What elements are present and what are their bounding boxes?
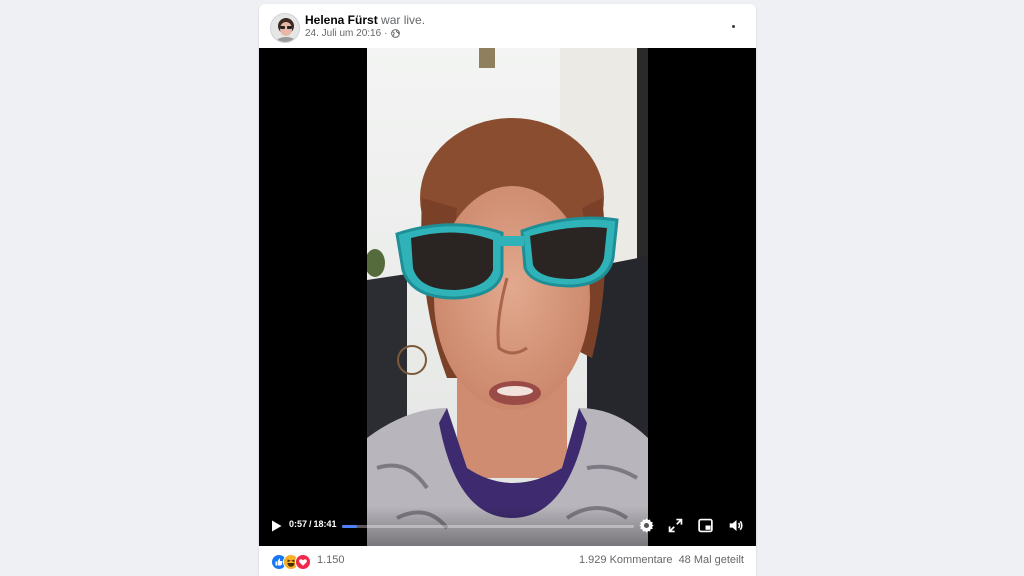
more-options-button[interactable] (722, 16, 744, 36)
post-date[interactable]: 24. Juli um 20:16 (305, 28, 381, 39)
video-controls: 0:57/18:41 (259, 506, 756, 546)
meta-separator: · (384, 28, 388, 39)
duration: 18:41 (313, 519, 337, 529)
volume-button[interactable] (728, 517, 745, 534)
author-name[interactable]: Helena Fürst (305, 13, 378, 27)
fullscreen-button[interactable] (667, 517, 684, 534)
video-frame[interactable] (367, 48, 648, 546)
shares-count[interactable]: 48 Mal geteilt (679, 554, 744, 566)
post-title-line: Helena Fürst war live. (305, 13, 425, 27)
post-header: Helena Fürst war live. 24. Juli um 20:16… (259, 4, 756, 48)
play-icon (272, 520, 282, 532)
post-action: war live. (381, 13, 426, 27)
picture-in-picture-button[interactable] (697, 517, 714, 534)
play-button[interactable] (268, 518, 284, 534)
reactions[interactable] (271, 553, 311, 570)
picture-in-picture-icon (698, 518, 713, 533)
post-meta: 24. Juli um 20:16 · (305, 28, 400, 39)
video-player[interactable]: 0:57/18:41 (259, 48, 756, 546)
love-icon (295, 553, 311, 570)
settings-icon (639, 518, 654, 533)
avatar[interactable] (270, 13, 300, 43)
volume-icon (729, 519, 743, 532)
video-time: 0:57/18:41 (289, 519, 337, 529)
more-options-icon (731, 24, 735, 28)
fullscreen-icon (668, 518, 683, 533)
time-separator: / (309, 519, 312, 529)
comments-count[interactable]: 1.929 Kommentare (579, 554, 673, 566)
post-stats: 1.929 Kommentare 48 Mal geteilt (579, 554, 744, 566)
reaction-count[interactable]: 1.150 (317, 554, 345, 566)
settings-button[interactable] (638, 517, 655, 534)
post-card: Helena Fürst war live. 24. Juli um 20:16… (259, 4, 756, 576)
current-time: 0:57 (289, 519, 308, 529)
post-footer: 1.150 1.929 Kommentare 48 Mal geteilt (259, 546, 756, 576)
progress-bar[interactable] (342, 525, 634, 528)
progress-fill (342, 525, 357, 528)
globe-icon (390, 29, 400, 38)
